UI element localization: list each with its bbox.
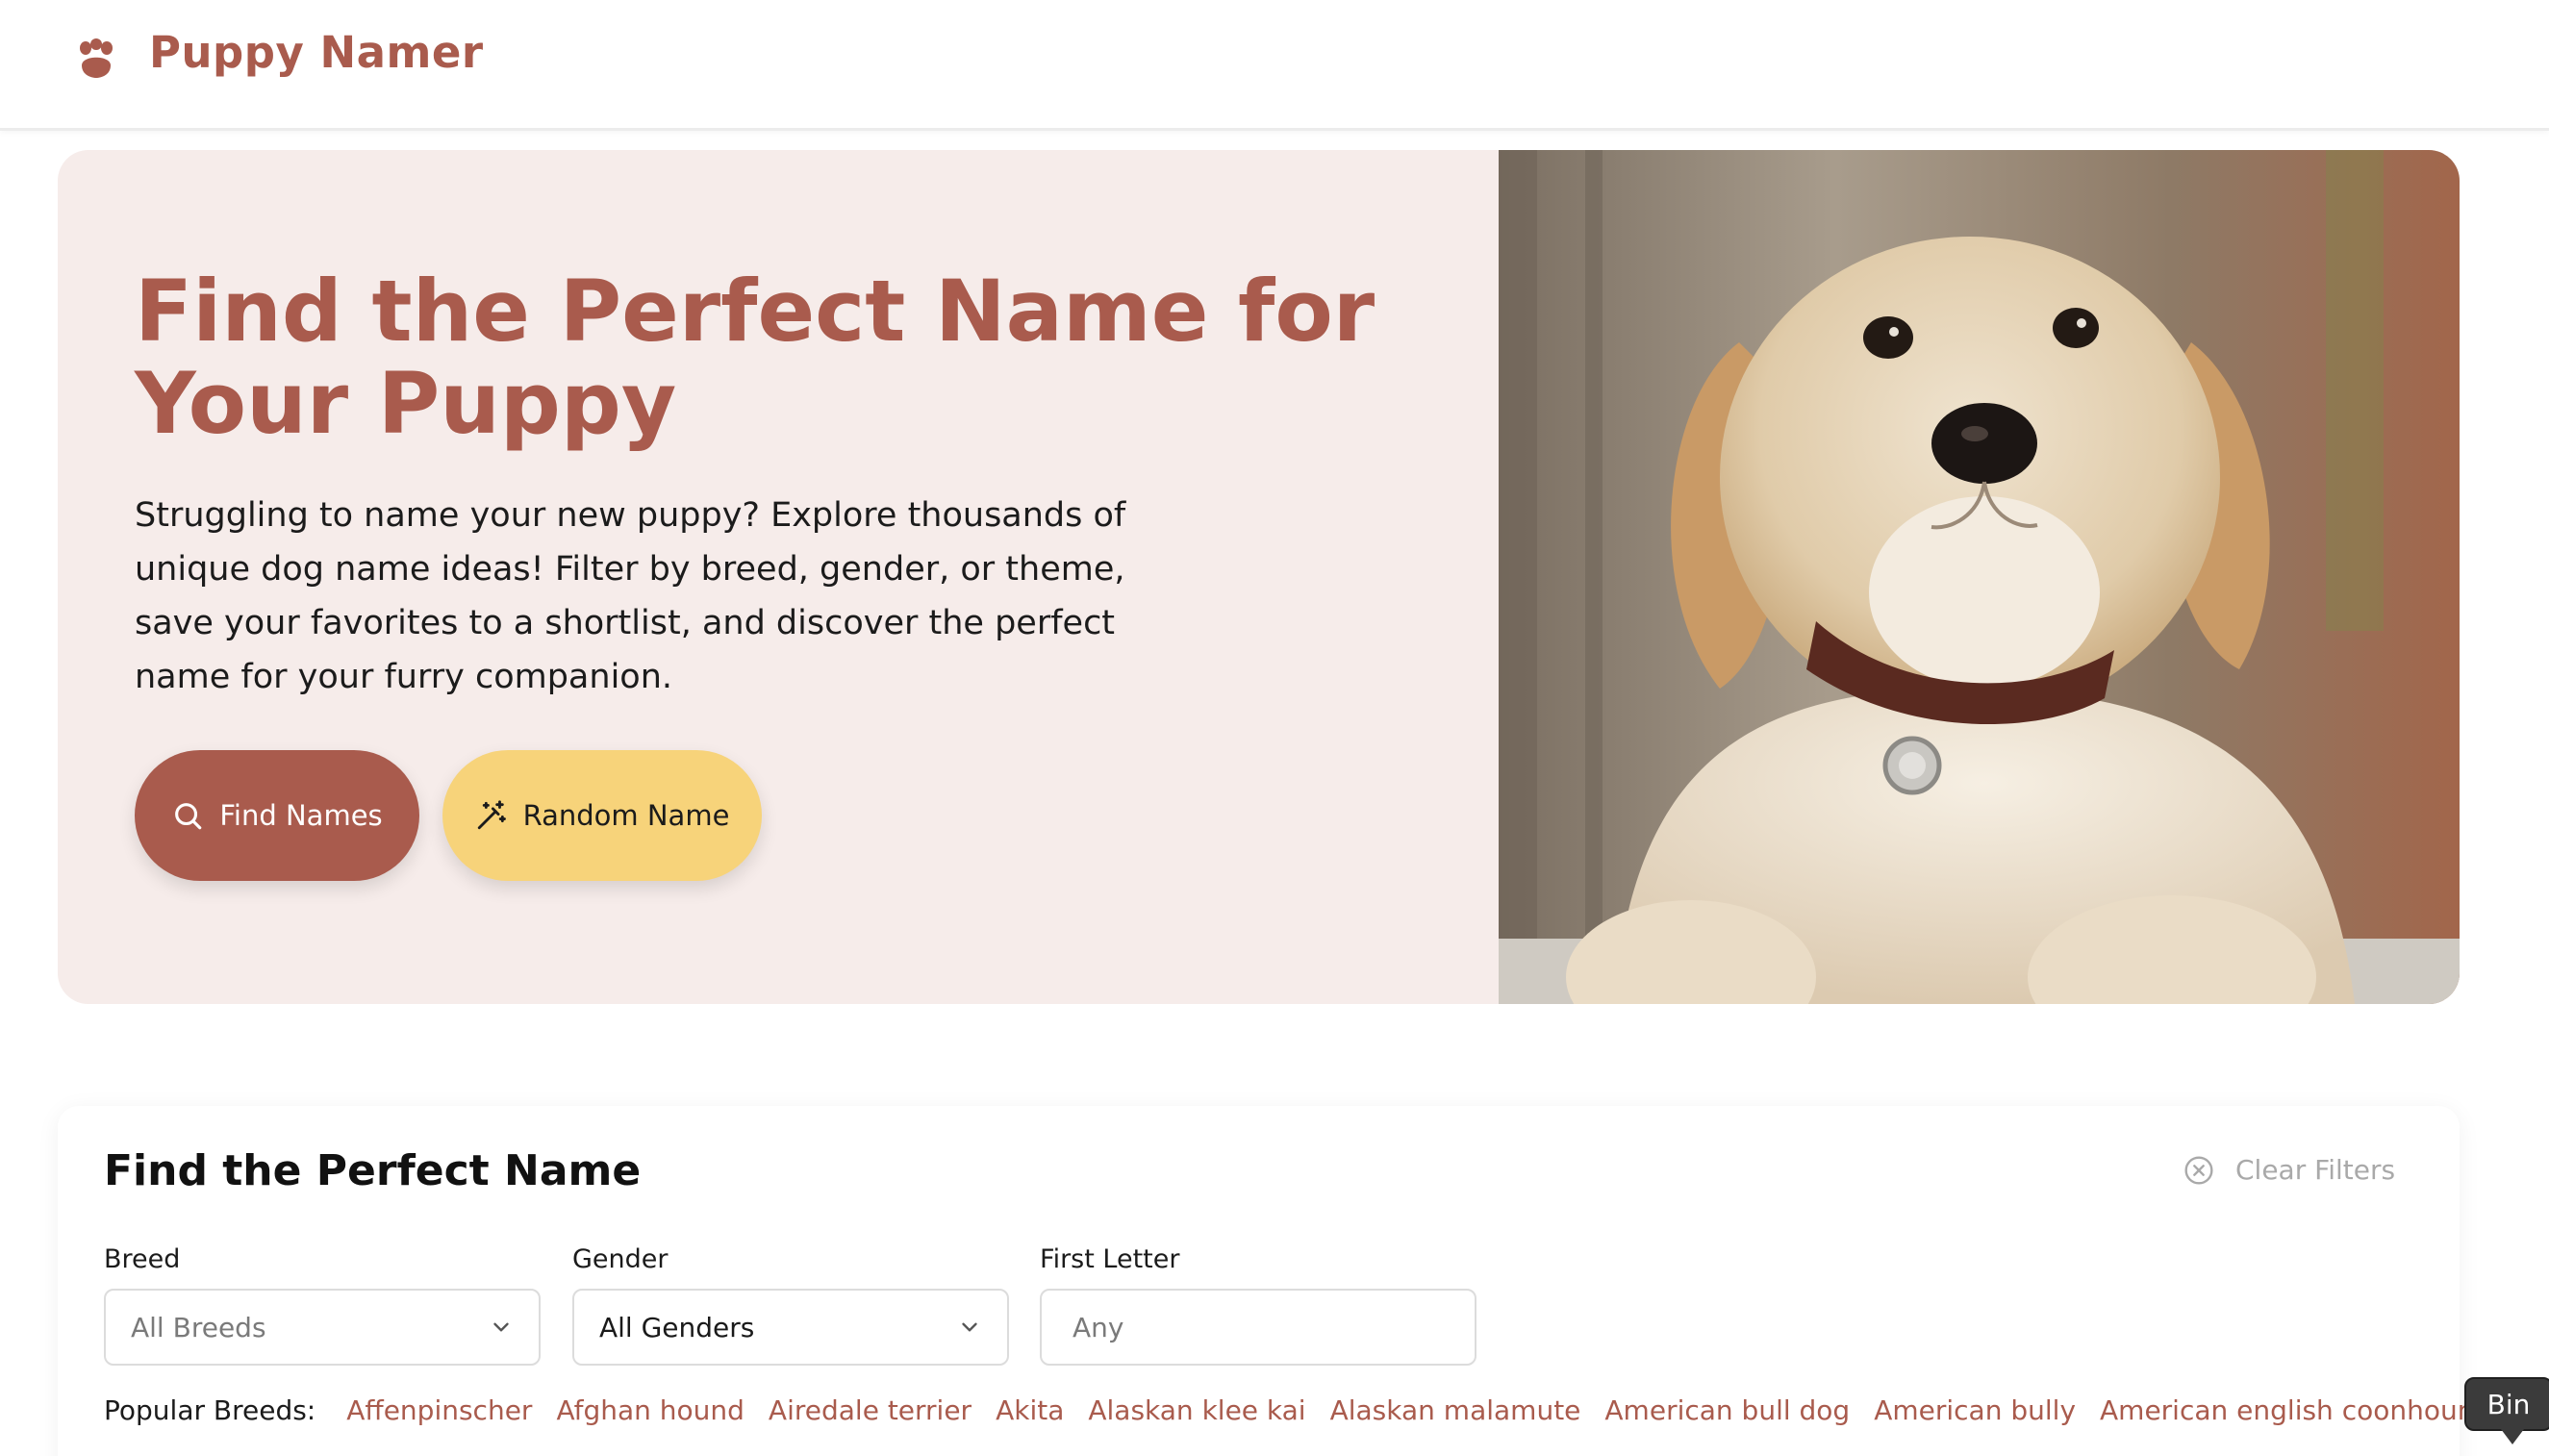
clear-filters-button[interactable]: Clear Filters [2183, 1154, 2395, 1186]
top-navigation-bar: Puppy Namer [0, 0, 2549, 131]
puppy-photo [1499, 150, 2460, 1004]
first-letter-input[interactable]: Any [1040, 1289, 1476, 1366]
random-name-label: Random Name [522, 799, 730, 832]
breed-link[interactable]: Alaskan klee kai [1088, 1394, 1305, 1426]
gender-label: Gender [572, 1244, 669, 1274]
paw-icon[interactable] [77, 38, 115, 79]
breed-link[interactable]: Alaskan malamute [1330, 1394, 1581, 1426]
gender-select-value: All Genders [599, 1311, 755, 1343]
random-name-button[interactable]: Random Name [442, 750, 762, 881]
first-letter-placeholder: Any [1073, 1311, 1124, 1343]
popular-breeds-label: Popular Breeds: [104, 1394, 316, 1426]
popular-breeds-row: Popular Breeds: Affenpinscher Afghan hou… [104, 1394, 2515, 1426]
breed-link[interactable]: Afghan hound [556, 1394, 744, 1426]
puppy-illustration [1499, 150, 2460, 1004]
breed-select[interactable]: All Breeds [104, 1289, 541, 1366]
first-letter-label: First Letter [1040, 1244, 1180, 1274]
hero-section: Find the Perfect Name for Your Puppy Str… [58, 150, 2460, 1004]
hero-description: Struggling to name your new puppy? Explo… [135, 496, 1126, 696]
chevron-down-icon [493, 1322, 509, 1332]
app-title[interactable]: Puppy Namer [149, 27, 484, 78]
find-names-button[interactable]: Find Names [135, 750, 419, 881]
breed-link[interactable]: American bully [1874, 1394, 2076, 1426]
magic-wand-icon [477, 800, 506, 830]
search-icon [175, 803, 202, 830]
clear-filters-label: Clear Filters [2235, 1154, 2396, 1186]
clear-circle-icon [2184, 1155, 2213, 1185]
find-names-label: Find Names [219, 799, 383, 832]
finder-title: Find the Perfect Name [104, 1146, 642, 1195]
chevron-down-icon [962, 1322, 977, 1332]
breed-label: Breed [104, 1244, 181, 1274]
breed-link[interactable]: Airedale terrier [769, 1394, 972, 1426]
bin-tooltip: Bin [2464, 1377, 2549, 1444]
breed-link[interactable]: American bull dog [1604, 1394, 1850, 1426]
breed-link[interactable]: Affenpinscher [346, 1394, 532, 1426]
breed-link[interactable]: American english coonhound [2100, 1394, 2491, 1426]
breed-link[interactable]: Akita [996, 1394, 1064, 1426]
gender-select[interactable]: All Genders [572, 1289, 1009, 1366]
hero-title: Find the Perfect Name for Your Puppy [135, 262, 1375, 453]
name-finder-panel: Find the Perfect Name Clear Filters Bree… [58, 1106, 2491, 1456]
breed-select-value: All Breeds [131, 1311, 266, 1343]
